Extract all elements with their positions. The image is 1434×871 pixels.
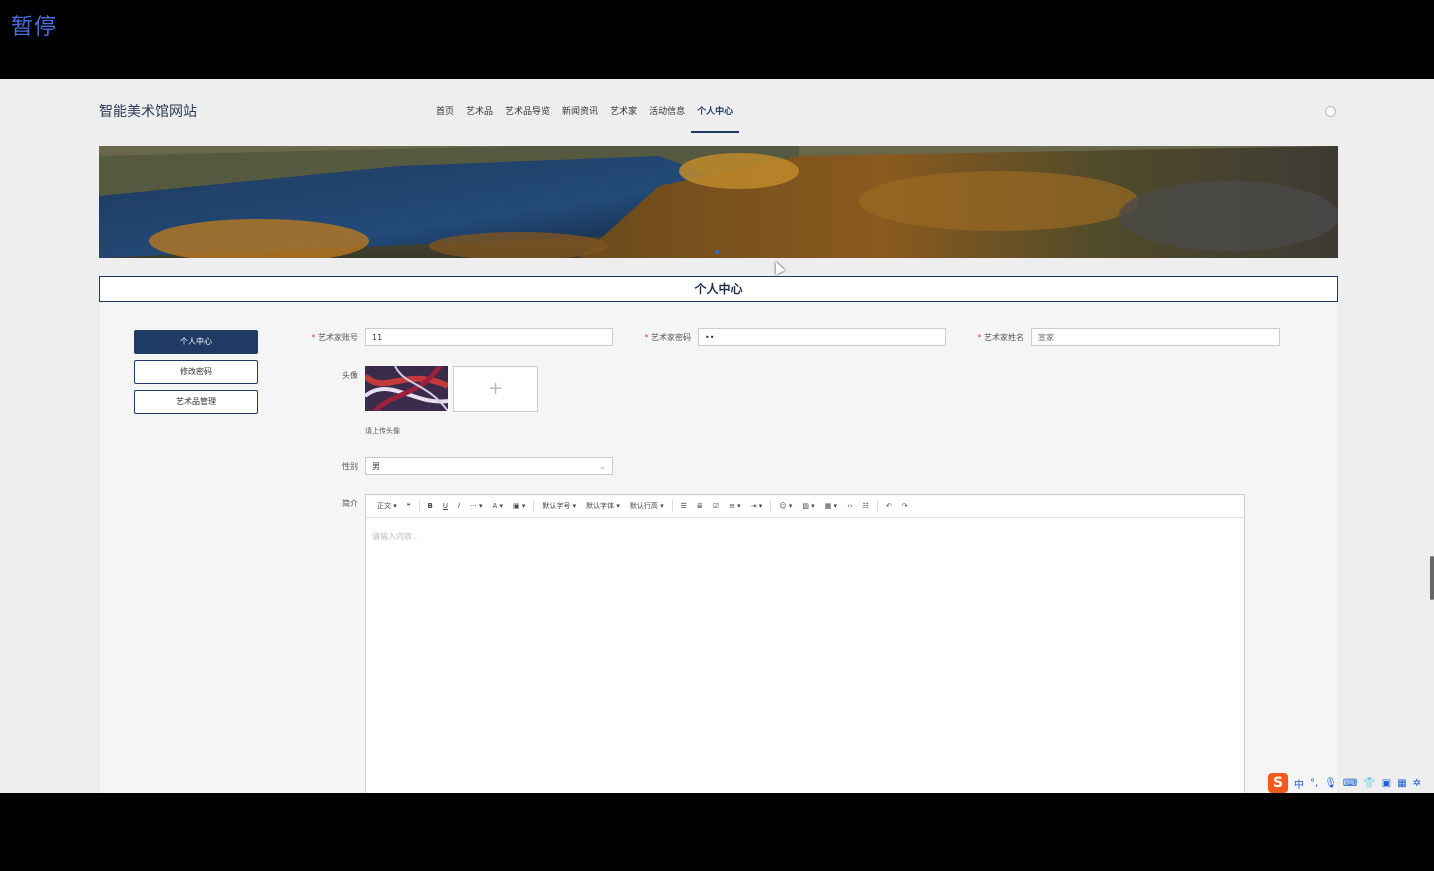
password-input[interactable]: •• (698, 328, 946, 346)
italic-icon[interactable]: I (453, 502, 465, 510)
punctuation-icon[interactable]: °, (1310, 778, 1318, 789)
undo-icon[interactable]: ↶ (881, 502, 897, 510)
sidebar-item-change-password[interactable]: 修改密码 (134, 360, 258, 384)
gender-value: 男 (372, 462, 380, 471)
settings-icon[interactable]: ✲ (1413, 778, 1421, 789)
account-input[interactable]: 11 (365, 328, 613, 346)
nav-home[interactable]: 首页 (430, 105, 460, 133)
pause-overlay-label: 暂停 (11, 15, 58, 40)
editor-placeholder: 请输入内容... (372, 532, 420, 541)
ime-mode-indicator[interactable]: 中 (1294, 776, 1304, 791)
avatar-upload-hint: 请上传头像 (365, 427, 400, 435)
bold-icon[interactable]: B (423, 502, 438, 510)
banner-landscape-image (99, 146, 1338, 258)
font-size-select[interactable]: 默认字号 ▾ (537, 501, 581, 511)
nav-artists[interactable]: 艺术家 (604, 105, 643, 133)
align-icon[interactable]: ≡ ▾ (724, 502, 746, 510)
line-height-select[interactable]: 默认行高 ▾ (625, 501, 669, 511)
sidebar-item-personal-center[interactable]: 个人中心 (134, 330, 258, 354)
page-title: 个人中心 (99, 276, 1338, 302)
sogou-logo-icon[interactable]: S (1268, 773, 1288, 793)
intro-label: 简介 (342, 499, 358, 508)
ime-toolbar[interactable]: S 中 °, 🎙 ⌨ 👕 ▣ ▦ ✲ (1268, 772, 1421, 794)
more-icon[interactable]: ··· ▾ (465, 502, 487, 510)
carousel-indicator[interactable] (715, 250, 719, 254)
skin-icon[interactable]: 👕 (1363, 778, 1375, 789)
gender-label: 性别 (342, 462, 358, 471)
grid-icon[interactable]: ▦ (1397, 778, 1406, 789)
font-family-select[interactable]: 默认字体 ▾ (581, 501, 625, 511)
emoji-icon[interactable]: ☺ ▾ (774, 502, 797, 510)
account-label: * 艺术家账号 (311, 333, 358, 342)
nav-events[interactable]: 活动信息 (643, 105, 691, 133)
paragraph-select[interactable]: 正文 ▾ (372, 501, 402, 511)
code-icon[interactable]: ‹› (842, 502, 858, 510)
avatar-thumbnail[interactable] (365, 366, 448, 411)
keyboard-icon[interactable]: ⌨ (1343, 778, 1357, 789)
underline-icon[interactable]: U (438, 502, 453, 510)
todo-icon[interactable]: ☑ (708, 502, 724, 510)
browser-viewport: 智能美术馆网站 首页 艺术品 艺术品导览 新闻资讯 艺术家 活动信息 个人中心 (0, 79, 1434, 793)
personal-center-panel: 个人中心 修改密码 艺术品管理 * 艺术家账号 11 * 艺术家密码 •• * … (100, 302, 1337, 793)
mouse-cursor-icon (770, 259, 786, 275)
redo-icon[interactable]: ↷ (897, 502, 913, 510)
top-nav: 首页 艺术品 艺术品导览 新闻资讯 艺术家 活动信息 个人中心 (430, 105, 740, 133)
rich-text-editor[interactable]: 正文 ▾ ❝ B U I ··· ▾ A ▾ ▣ ▾ 默认字号 ▾ 默认字体 ▾… (365, 494, 1245, 793)
name-label: * 艺术家姓名 (977, 333, 1024, 342)
nav-personal-center[interactable]: 个人中心 (691, 105, 740, 133)
scrollbar-thumb[interactable] (1430, 556, 1434, 600)
nav-news[interactable]: 新闻资讯 (556, 105, 604, 133)
power-icon[interactable] (1325, 106, 1336, 117)
font-color-icon[interactable]: A ▾ (488, 502, 509, 510)
plus-icon: + (487, 378, 504, 399)
editor-toolbar: 正文 ▾ ❝ B U I ··· ▾ A ▾ ▣ ▾ 默认字号 ▾ 默认字体 ▾… (366, 495, 1244, 518)
gender-select[interactable]: 男 ⌄ (365, 457, 613, 475)
ordered-list-icon[interactable]: ≣ (692, 502, 708, 510)
password-label: * 艺术家密码 (644, 333, 691, 342)
divider-icon[interactable]: ☷ (858, 502, 874, 510)
avatar-label: 头像 (342, 371, 358, 380)
toolbox-icon[interactable]: ▣ (1382, 778, 1391, 789)
avatar-upload-button[interactable]: + (453, 366, 538, 412)
sidebar-item-artwork-management[interactable]: 艺术品管理 (134, 390, 258, 414)
bullet-list-icon[interactable]: ☰ (676, 502, 692, 510)
chevron-down-icon: ⌄ (599, 462, 606, 471)
bg-color-icon[interactable]: ▣ ▾ (508, 502, 530, 510)
image-icon[interactable]: ▨ ▾ (797, 502, 819, 510)
table-icon[interactable]: ▦ ▾ (820, 502, 842, 510)
indent-icon[interactable]: ⇥ ▾ (746, 502, 768, 510)
nav-artworks[interactable]: 艺术品 (460, 105, 499, 133)
nav-artwork-guide[interactable]: 艺术品导览 (499, 105, 556, 133)
name-input[interactable]: 宣家 (1031, 328, 1280, 346)
microphone-icon[interactable]: 🎙 (1324, 778, 1337, 789)
quote-icon[interactable]: ❝ (402, 502, 416, 510)
hero-banner (99, 146, 1338, 258)
site-title[interactable]: 智能美术馆网站 (99, 101, 197, 121)
